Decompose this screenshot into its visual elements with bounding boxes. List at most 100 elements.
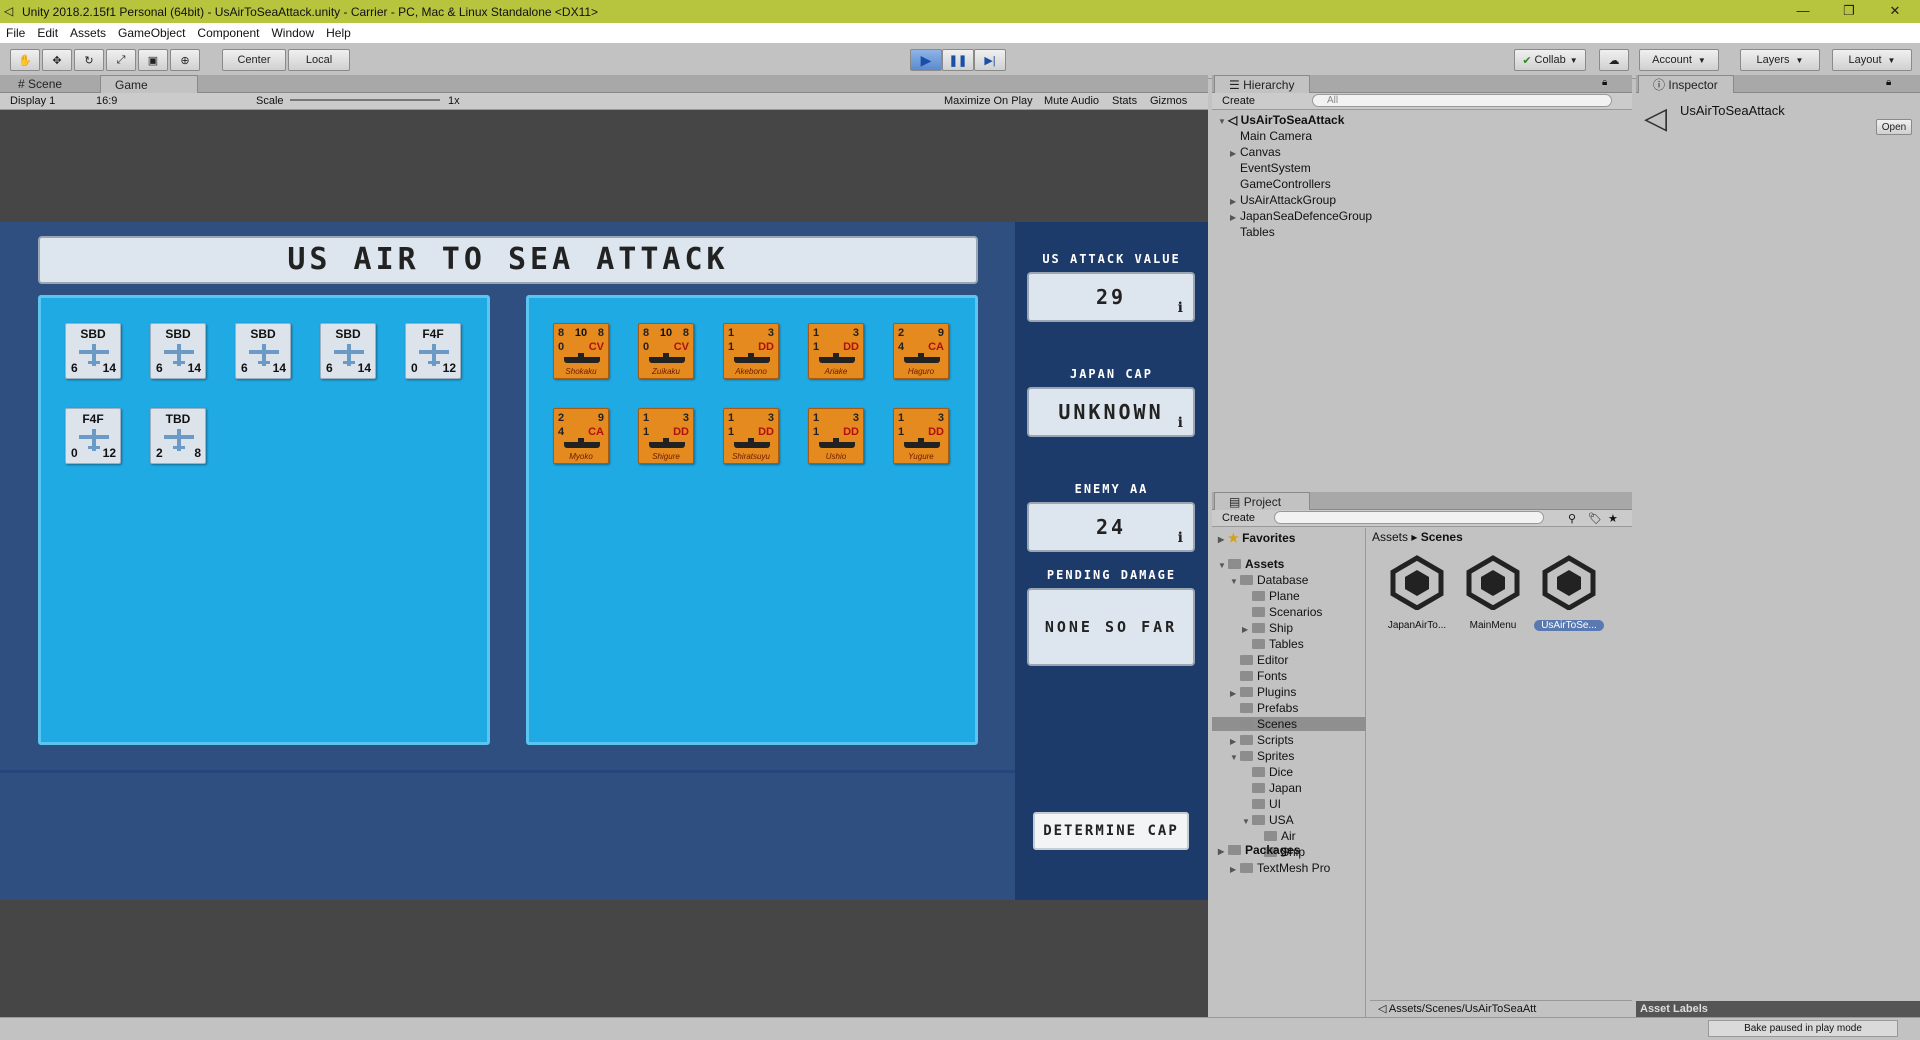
expand-icon[interactable]: ▼: [1218, 561, 1228, 570]
expand-icon[interactable]: ▶: [1230, 689, 1240, 698]
project-folder-item[interactable]: Scenarios: [1242, 605, 1322, 619]
expand-icon[interactable]: ▶: [1230, 865, 1240, 874]
menu-file[interactable]: File: [6, 26, 25, 40]
play-button[interactable]: ▶: [910, 49, 942, 71]
restore-icon[interactable]: ❐: [1826, 0, 1872, 23]
hierarchy-item[interactable]: ▶ Canvas: [1230, 145, 1281, 159]
project-folder-item[interactable]: Dice: [1242, 765, 1293, 779]
project-folder-item[interactable]: ▶ Plugins: [1230, 685, 1296, 699]
hierarchy-item[interactable]: GameControllers: [1230, 177, 1331, 191]
expand-icon[interactable]: ▶: [1230, 149, 1240, 158]
asset-file[interactable]: UsAirToSe...: [1534, 554, 1604, 644]
project-folder-item[interactable]: Editor: [1230, 653, 1288, 667]
menu-help[interactable]: Help: [326, 26, 351, 40]
expand-icon[interactable]: ▼: [1242, 817, 1252, 826]
info-icon[interactable]: i: [1178, 415, 1183, 431]
project-folder-item[interactable]: Fonts: [1230, 669, 1287, 683]
aspect-dropdown[interactable]: 16:9: [96, 95, 117, 107]
minimize-icon[interactable]: —: [1780, 0, 1826, 23]
project-folder-item[interactable]: ▶ Ship: [1242, 621, 1293, 635]
project-folder-item[interactable]: Plane: [1242, 589, 1300, 603]
expand-icon[interactable]: ▼: [1230, 577, 1240, 586]
project-folder-item[interactable]: ▶ TextMesh Pro: [1230, 861, 1330, 875]
project-folder-item[interactable]: Air: [1254, 829, 1296, 843]
project-folder-item[interactable]: Japan: [1242, 781, 1302, 795]
ship-counter[interactable]: 2 9 4 CA Haguro: [893, 323, 949, 379]
project-create-button[interactable]: Create: [1222, 512, 1255, 524]
determine-cap-button[interactable]: DETERMINE CAP: [1033, 812, 1189, 850]
project-folder-item[interactable]: Scenes: [1212, 717, 1366, 731]
ship-counter[interactable]: 1 3 1 DD Ushio: [808, 408, 864, 464]
expand-icon[interactable]: ▼: [1230, 753, 1240, 762]
expand-icon[interactable]: ▶: [1230, 737, 1240, 746]
menu-window[interactable]: Window: [271, 26, 314, 40]
hierarchy-create-button[interactable]: Create: [1222, 95, 1255, 107]
hierarchy-item[interactable]: Tables: [1230, 225, 1275, 239]
hierarchy-item[interactable]: ▶ UsAirAttackGroup: [1230, 193, 1336, 207]
close-icon[interactable]: ✕: [1872, 0, 1918, 23]
step-button[interactable]: ▶|: [974, 49, 1006, 71]
menu-gameobject[interactable]: GameObject: [118, 26, 185, 40]
rect-tool-icon[interactable]: ▣: [138, 49, 168, 71]
hierarchy-search-input[interactable]: All: [1312, 94, 1612, 107]
scale-slider[interactable]: [290, 99, 440, 101]
pivot-local-button[interactable]: Local: [288, 49, 350, 71]
plane-counter[interactable]: TBD 2 8: [150, 408, 206, 464]
plane-counter[interactable]: SBD 6 14: [235, 323, 291, 379]
mute-audio-toggle[interactable]: Mute Audio: [1044, 95, 1099, 107]
pivot-center-button[interactable]: Center: [222, 49, 286, 71]
project-folder-item[interactable]: ▶ Scripts: [1230, 733, 1294, 747]
transform-tool-icon[interactable]: ⊕: [170, 49, 200, 71]
project-folder-item[interactable]: Prefabs: [1230, 701, 1298, 715]
expand-icon[interactable]: ▶: [1218, 847, 1228, 856]
hierarchy-item[interactable]: Main Camera: [1230, 129, 1312, 143]
favorites-item[interactable]: ▶ ★ Favorites: [1218, 531, 1295, 545]
plane-counter[interactable]: SBD 6 14: [150, 323, 206, 379]
pause-button[interactable]: ❚❚: [942, 49, 974, 71]
gizmos-dropdown[interactable]: Gizmos: [1150, 95, 1187, 107]
plane-counter[interactable]: SBD 6 14: [65, 323, 121, 379]
scale-tool-icon[interactable]: ⤢: [106, 49, 136, 71]
ship-counter[interactable]: 1 3 1 DD Akebono: [723, 323, 779, 379]
filter-type-icon[interactable]: ⚲: [1568, 512, 1576, 525]
menu-component[interactable]: Component: [197, 26, 259, 40]
project-folder-item[interactable]: UI: [1242, 797, 1281, 811]
hierarchy-item[interactable]: EventSystem: [1230, 161, 1311, 175]
expand-icon[interactable]: ▼: [1218, 117, 1228, 126]
scene-root[interactable]: ▼ ◁ UsAirToSeaAttack: [1218, 113, 1344, 127]
expand-icon[interactable]: ▶: [1230, 213, 1240, 222]
project-search-input[interactable]: [1274, 511, 1544, 524]
expand-icon[interactable]: ▶: [1218, 535, 1228, 544]
ship-counter[interactable]: 1 3 1 DD Yugure: [893, 408, 949, 464]
expand-icon[interactable]: ▶: [1242, 625, 1252, 634]
tab-inspector[interactable]: ⓘ Inspector: [1638, 75, 1734, 93]
ship-counter[interactable]: 8 10 8 0 CV Zuikaku: [638, 323, 694, 379]
tab-scene[interactable]: # Scene: [4, 75, 98, 93]
hierarchy-item[interactable]: ▶ JapanSeaDefenceGroup: [1230, 209, 1372, 223]
asset-file[interactable]: MainMenu: [1458, 554, 1528, 644]
maximize-on-play-toggle[interactable]: Maximize On Play: [944, 95, 1033, 107]
lock-icon[interactable]: 🔒︎: [1886, 77, 1891, 88]
menu-edit[interactable]: Edit: [37, 26, 58, 40]
plane-counter[interactable]: F4F 0 12: [405, 323, 461, 379]
info-icon[interactable]: i: [1178, 530, 1183, 546]
menu-assets[interactable]: Assets: [70, 26, 106, 40]
breadcrumb-assets[interactable]: Assets: [1372, 530, 1408, 544]
move-tool-icon[interactable]: ✥: [42, 49, 72, 71]
project-folder-item[interactable]: ▼ Database: [1230, 573, 1308, 587]
stats-toggle[interactable]: Stats: [1112, 95, 1137, 107]
plane-counter[interactable]: SBD 6 14: [320, 323, 376, 379]
hand-tool-icon[interactable]: ✋: [10, 49, 40, 71]
collab-button[interactable]: ✔ Collab ▼: [1514, 49, 1586, 71]
filter-label-icon[interactable]: 🏷︎: [1588, 512, 1602, 525]
ship-counter[interactable]: 1 3 1 DD Ariake: [808, 323, 864, 379]
cloud-button[interactable]: ☁: [1599, 49, 1629, 71]
layers-dropdown[interactable]: Layers ▼: [1740, 49, 1820, 71]
project-folder-item[interactable]: Tables: [1242, 637, 1304, 651]
ship-counter[interactable]: 8 10 8 0 CV Shokaku: [553, 323, 609, 379]
asset-labels-bar[interactable]: Asset Labels: [1636, 1001, 1920, 1018]
favorite-star-icon[interactable]: ★: [1608, 512, 1618, 525]
rotate-tool-icon[interactable]: ↻: [74, 49, 104, 71]
packages-item[interactable]: ▶ Packages: [1218, 843, 1300, 857]
lock-icon[interactable]: 🔒︎: [1602, 77, 1607, 88]
